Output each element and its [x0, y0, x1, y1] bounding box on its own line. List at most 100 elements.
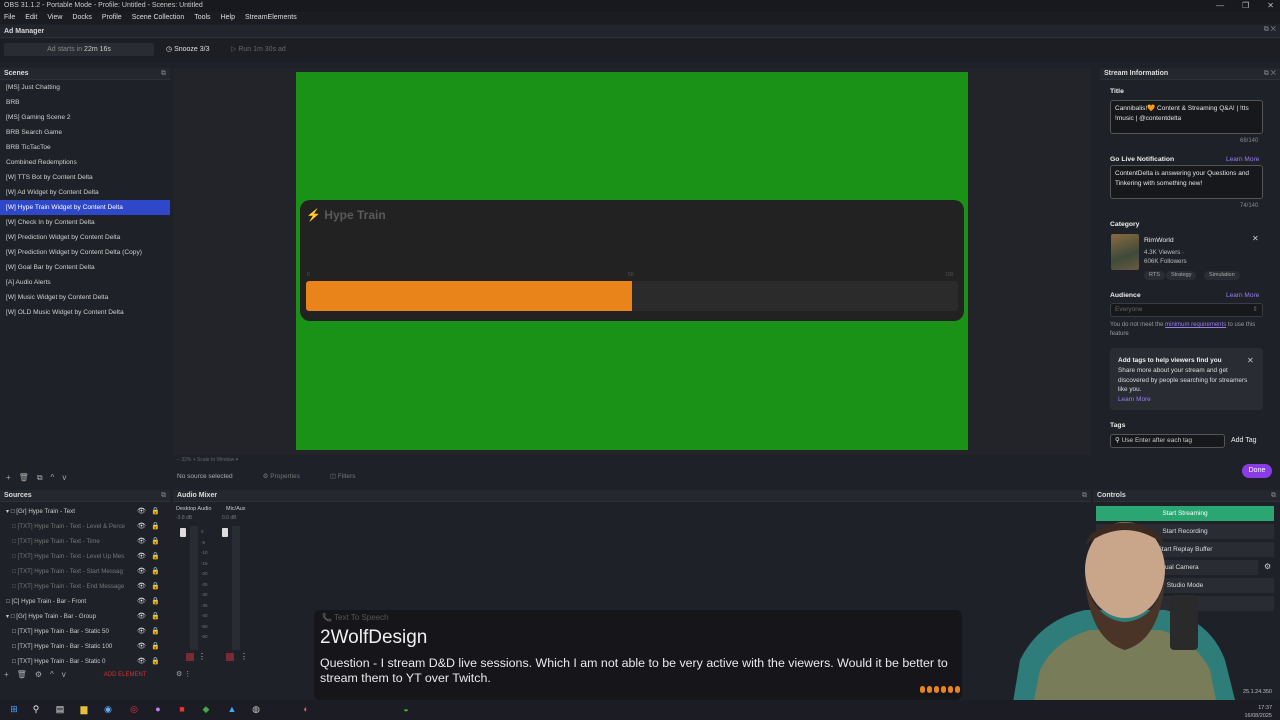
file-explorer-icon[interactable]: ▆ — [78, 703, 90, 715]
remove-scene-button[interactable]: 🗑 — [19, 473, 29, 485]
scene-item[interactable]: [W] Ad Widget by Content Delta — [0, 185, 170, 200]
lock-icon[interactable]: 🔒 — [151, 594, 160, 609]
source-row[interactable]: ▾ □ [Gr] Hype Train - Text 👁 🔒 — [0, 504, 170, 519]
volume-slider-handle[interactable] — [180, 528, 186, 537]
lock-icon[interactable]: 🔒 — [151, 549, 160, 564]
source-row[interactable]: □ [TXT] Hype Train - Bar - Static 0 👁 🔒 — [0, 654, 170, 669]
app-icon[interactable]: ◆ — [200, 703, 212, 715]
scene-item[interactable]: BRB — [0, 95, 170, 110]
eye-icon[interactable]: 👁 — [137, 504, 146, 519]
source-row[interactable]: ▾ □ [Gr] Hype Train - Bar - Group 👁 🔒 — [0, 609, 170, 624]
scene-item[interactable]: [W] Goal Bar by Content Delta — [0, 260, 170, 275]
app-icon[interactable]: ▲ — [226, 703, 238, 715]
menu-docks[interactable]: Docks — [72, 12, 91, 24]
eye-icon[interactable]: 👁 — [137, 519, 146, 534]
chrome-icon[interactable]: ◎ — [128, 703, 140, 715]
snooze-button[interactable]: ◷ Snooze 3/3 — [160, 43, 220, 56]
app-icon[interactable]: ◒ — [400, 703, 412, 715]
search-icon[interactable]: ⚲ — [30, 703, 42, 715]
properties-button[interactable]: ⚙ Properties — [263, 470, 300, 484]
dock-float-icon[interactable]: ⧉ — [1082, 490, 1087, 502]
source-row[interactable]: □ [TXT] Hype Train - Text - Time 👁 🔒 — [0, 534, 170, 549]
move-up-button[interactable]: ^ — [51, 473, 55, 485]
scene-filters-button[interactable]: ⧉ — [37, 473, 43, 485]
source-row[interactable]: □ [TXT] Hype Train - Text - Level Up Mes… — [0, 549, 170, 564]
lock-icon[interactable]: 🔒 — [151, 624, 160, 639]
obs-icon[interactable]: ◍ — [250, 703, 262, 715]
scene-item[interactable]: [W] Check In by Content Delta — [0, 215, 170, 230]
scene-item[interactable]: [MS] Gaming Scene 2 — [0, 110, 170, 125]
title-input[interactable]: Cannibalis!🧡 Content & Streaming Q&A! | … — [1110, 100, 1263, 134]
add-element-button[interactable]: ADD ELEMENT — [104, 670, 147, 680]
more-options-icon[interactable]: ⋮ — [198, 652, 206, 661]
move-down-button[interactable]: v — [62, 670, 66, 680]
source-row[interactable]: □ [TXT] Hype Train - Bar - Static 100 👁 🔒 — [0, 639, 170, 654]
app-icon[interactable]: ● — [152, 703, 164, 715]
golive-input[interactable]: ContentDelta is answering your Questions… — [1110, 165, 1263, 199]
gear-icon[interactable]: ⚙ — [1264, 562, 1271, 571]
eye-icon[interactable]: 👁 — [137, 639, 146, 654]
zoom-plus-icon[interactable]: + — [193, 457, 196, 463]
eye-icon[interactable]: 👁 — [137, 654, 146, 669]
dock-float-icon[interactable]: ⧉ — [1271, 490, 1276, 502]
audience-select[interactable]: Everyone ⇕ — [1110, 303, 1263, 317]
lock-icon[interactable]: 🔒 — [151, 504, 160, 519]
more-options-icon[interactable]: ⋮ — [240, 652, 248, 661]
source-row[interactable]: □ [TXT] Hype Train - Text - Start Messag… — [0, 564, 170, 579]
min-requirements-link[interactable]: minimum requirements — [1165, 322, 1226, 328]
source-row[interactable]: □ [TXT] Hype Train - Text - Level & Perc… — [0, 519, 170, 534]
close-button[interactable]: ✕ — [1267, 0, 1274, 12]
dock-float-icon[interactable]: ⧉ ✕ — [1264, 26, 1276, 34]
menu-streamelements[interactable]: StreamElements — [245, 12, 297, 24]
scene-item[interactable]: [W] Prediction Widget by Content Delta (… — [0, 245, 170, 260]
add-tag-button[interactable]: Add Tag — [1231, 437, 1257, 444]
add-scene-button[interactable]: + — [6, 473, 11, 485]
close-tip-icon[interactable]: ✕ — [1247, 356, 1254, 365]
lock-icon[interactable]: 🔒 — [151, 564, 160, 579]
remove-category-icon[interactable]: ✕ — [1252, 234, 1259, 243]
windows-start-icon[interactable]: ⊞ — [8, 703, 20, 715]
mute-icon[interactable] — [186, 653, 194, 661]
filters-button[interactable]: ◫ Filters — [330, 470, 356, 484]
menu-help[interactable]: Help — [221, 12, 235, 24]
lock-icon[interactable]: 🔒 — [151, 654, 160, 669]
scale-label[interactable]: Scale to Window — [197, 457, 234, 463]
menu-scene-collection[interactable]: Scene Collection — [132, 12, 185, 24]
tip-learn-more-link[interactable]: Learn More — [1118, 396, 1151, 403]
eye-icon[interactable]: 👁 — [137, 534, 146, 549]
eye-icon[interactable]: 👁 — [137, 594, 146, 609]
mute-icon[interactable] — [226, 653, 234, 661]
run-ad-button[interactable]: ▷ Run 1m 30s ad — [225, 43, 305, 56]
app-icon[interactable]: ◉ — [102, 703, 114, 715]
mixer-settings-icon[interactable]: ⚙ ⋮ — [176, 670, 191, 678]
minimize-button[interactable]: — — [1216, 0, 1224, 12]
menu-profile[interactable]: Profile — [102, 12, 122, 24]
lock-icon[interactable]: 🔒 — [151, 534, 160, 549]
source-settings-button[interactable]: ⚙ — [35, 670, 42, 680]
lock-icon[interactable]: 🔒 — [151, 609, 160, 624]
scene-item-selected[interactable]: [W] Hype Train Widget by Content Delta — [0, 200, 170, 215]
scene-item[interactable]: BRB TicTacToe — [0, 140, 170, 155]
eye-icon[interactable]: 👁 — [137, 624, 146, 639]
tags-input[interactable]: ⚲ Use Enter after each tag — [1110, 434, 1225, 448]
zoom-minus-icon[interactable]: − — [177, 457, 180, 463]
scene-item[interactable]: [W] Music Widget by Content Delta — [0, 290, 170, 305]
source-row[interactable]: □ [C] Hype Train - Bar - Front 👁 🔒 — [0, 594, 170, 609]
app-icon[interactable]: ■ — [176, 703, 188, 715]
lock-icon[interactable]: 🔒 — [151, 519, 160, 534]
scene-item[interactable]: [W] TTS Bot by Content Delta — [0, 170, 170, 185]
menu-tools[interactable]: Tools — [194, 12, 210, 24]
eye-icon[interactable]: 👁 — [137, 579, 146, 594]
remove-source-button[interactable]: 🗑 — [17, 670, 27, 680]
move-up-button[interactable]: ^ — [50, 670, 54, 680]
scene-item[interactable]: [A] Audio Alerts — [0, 275, 170, 290]
add-source-button[interactable]: + — [4, 670, 9, 680]
source-row[interactable]: □ [TXT] Hype Train - Bar - Static 50 👁 🔒 — [0, 624, 170, 639]
scene-item[interactable]: [MS] Just Chatting — [0, 80, 170, 95]
dock-close-icon[interactable]: ⧉ ✕ — [1264, 68, 1276, 80]
done-button[interactable]: Done — [1242, 464, 1272, 478]
dock-float-icon[interactable]: ⧉ — [161, 68, 166, 80]
lock-icon[interactable]: 🔒 — [151, 639, 160, 654]
scene-item[interactable]: [W] OLD Music Widget by Content Delta — [0, 305, 170, 320]
golive-learn-more-link[interactable]: Learn More — [1226, 156, 1259, 163]
